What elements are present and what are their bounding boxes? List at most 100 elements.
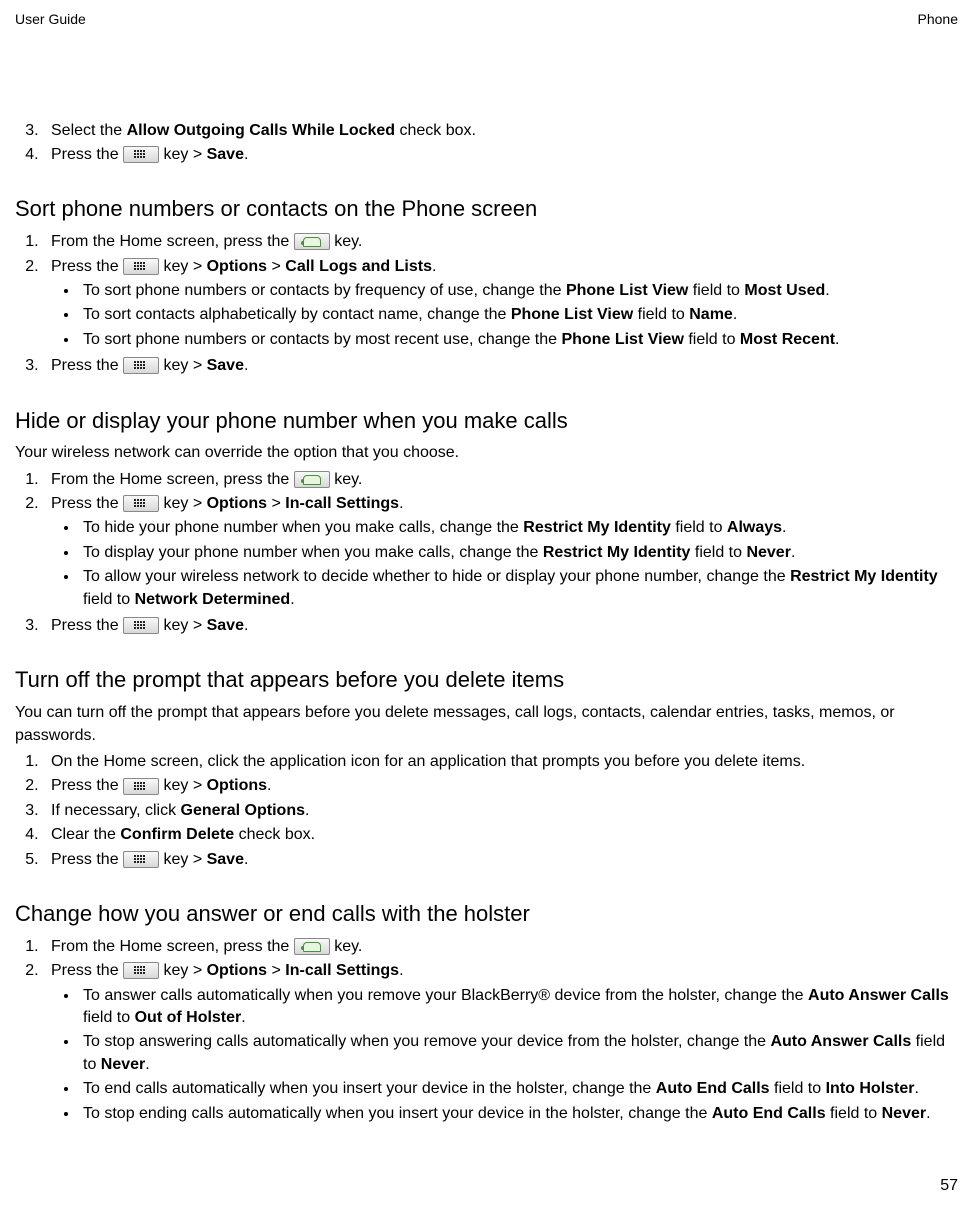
list-item: Select the Allow Outgoing Calls While Lo… [43,120,958,142]
text: key > [159,962,207,979]
heading-holster: Change how you answer or end calls with … [15,899,958,930]
bold-text: Never [882,1105,926,1122]
bold-text: Restrict My Identity [523,519,671,536]
bold-text: Auto End Calls [656,1080,770,1097]
text: To sort contacts alphabetically by conta… [83,306,511,323]
text: If necessary, click [51,802,181,819]
list-item: If necessary, click General Options. [43,800,958,822]
ordered-list: On the Home screen, click the applicatio… [15,751,958,871]
list-item: Press the key > Options. [43,775,958,797]
bold-text: Phone List View [561,331,683,348]
list-item: Press the key > Options > In-call Settin… [43,493,958,611]
bold-text: Allow Outgoing Calls While Locked [127,122,395,139]
bold-text: Most Used [744,282,825,299]
text: . [791,544,795,561]
list-item: To sort phone numbers or contacts by mos… [79,329,958,351]
text: . [835,331,839,348]
text: key > [159,851,207,868]
text: Clear the [51,826,120,843]
text: To answer calls automatically when you r… [83,987,808,1004]
text: . [244,851,248,868]
menu-key-icon [123,962,159,979]
bold-text: Auto End Calls [712,1105,826,1122]
bold-text: Most Recent [740,331,835,348]
bold-text: Always [727,519,782,536]
list-item: To hide your phone number when you make … [79,517,958,539]
bold-text: Never [101,1056,145,1073]
text: . [241,1009,245,1026]
text: field to [83,591,135,608]
list-item: From the Home screen, press the key. [43,231,958,253]
menu-key-icon [123,258,159,275]
text: field to [690,544,746,561]
ordered-list: From the Home screen, press the key. Pre… [15,469,958,638]
bold-text: Restrict My Identity [543,544,691,561]
text: . [926,1105,930,1122]
intro-text: You can turn off the prompt that appears… [15,702,958,747]
ordered-list: From the Home screen, press the key. Pre… [15,231,958,377]
menu-key-icon [123,357,159,374]
text: field to [83,1009,135,1026]
list-item: Press the key > Save. [43,615,958,637]
bold-text: Options [207,495,267,512]
menu-key-icon [123,851,159,868]
text: key > [159,617,207,634]
text: To sort phone numbers or contacts by mos… [83,331,561,348]
text: To display your phone number when you ma… [83,544,543,561]
text: > [267,962,285,979]
list-continuation: Select the Allow Outgoing Calls While Lo… [15,120,958,167]
bold-text: General Options [181,802,305,819]
text: field to [826,1105,882,1122]
list-item: To end calls automatically when you inse… [79,1078,958,1100]
menu-key-icon [123,617,159,634]
list-item: To allow your wireless network to decide… [79,566,958,611]
text: . [733,306,737,323]
text: Press the [51,851,123,868]
list-item: To stop ending calls automatically when … [79,1103,958,1125]
text: field to [684,331,740,348]
list-item: To stop answering calls automatically wh… [79,1031,958,1076]
text: key > [159,258,207,275]
text: Press the [51,495,123,512]
bold-text: Into Holster [826,1080,915,1097]
text: . [399,962,403,979]
bold-text: In-call Settings [285,495,399,512]
bold-text: Save [207,851,244,868]
text: . [782,519,786,536]
text: From the Home screen, press the [51,233,294,250]
bold-text: Name [689,306,733,323]
text: To sort phone numbers or contacts by fre… [83,282,566,299]
text: key > [159,357,207,374]
text: . [305,802,309,819]
heading-sort-numbers: Sort phone numbers or contacts on the Ph… [15,194,958,225]
page-header: User Guide Phone [15,10,958,30]
text: Press the [51,617,123,634]
bold-text: In-call Settings [285,962,399,979]
text: > [267,258,285,275]
text: From the Home screen, press the [51,471,294,488]
heading-hide-number: Hide or display your phone number when y… [15,406,958,437]
text: . [244,617,248,634]
text: . [145,1056,149,1073]
ordered-list: From the Home screen, press the key. Pre… [15,936,958,1125]
list-item: From the Home screen, press the key. [43,936,958,958]
text: . [244,357,248,374]
bold-text: Out of Holster [135,1009,242,1026]
text: field to [633,306,689,323]
text: field to [688,282,744,299]
list-item: Press the key > Options > In-call Settin… [43,960,958,1125]
list-item: Press the key > Save. [43,144,958,166]
text: check box. [395,122,476,139]
send-key-icon [294,938,330,955]
text: To end calls automatically when you inse… [83,1080,656,1097]
text: . [267,777,271,794]
bold-text: Auto Answer Calls [770,1033,911,1050]
text: . [290,591,294,608]
bold-text: Options [207,962,267,979]
list-item: On the Home screen, click the applicatio… [43,751,958,773]
text: . [399,495,403,512]
list-item: To answer calls automatically when you r… [79,985,958,1030]
header-left: User Guide [15,10,86,30]
text: . [825,282,829,299]
menu-key-icon [123,146,159,163]
